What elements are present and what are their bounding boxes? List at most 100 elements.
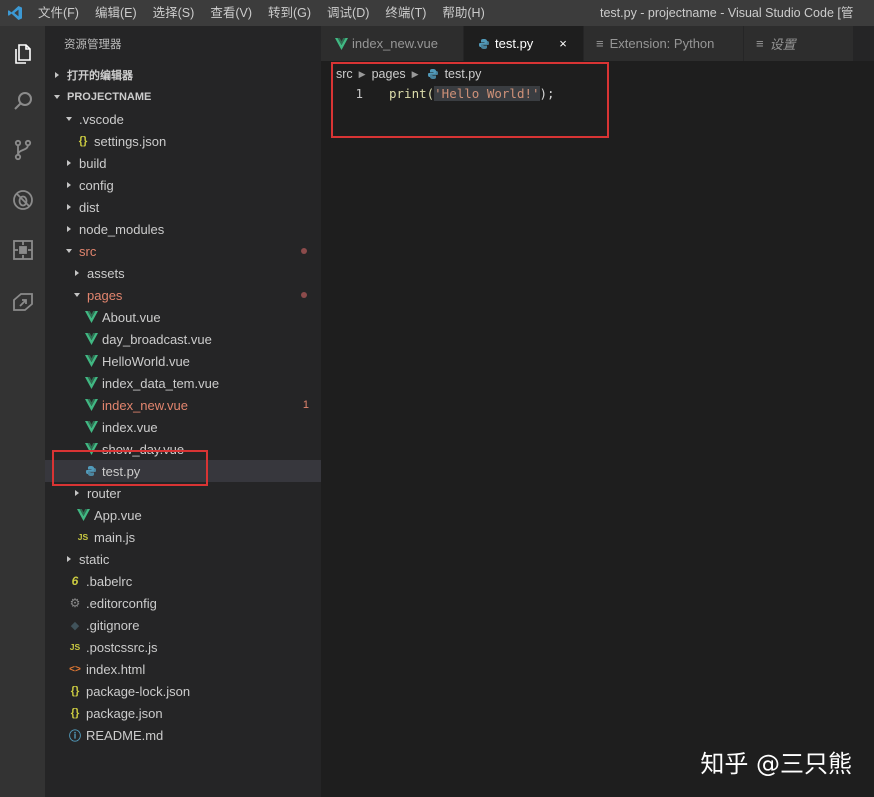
menu-bar: 文件(F) 编辑(E) 选择(S) 查看(V) 转到(G) 调试(D) 终端(T) 帮助(H) [30, 0, 493, 26]
menu-item[interactable]: 编辑(E) [87, 0, 145, 26]
tree-item[interactable]: About.vue [45, 306, 321, 328]
tree-item[interactable]: node_modules [45, 218, 321, 240]
tree-item[interactable]: App.vue [45, 504, 321, 526]
tree-item[interactable]: {} settings.json [45, 130, 321, 152]
js-file-icon: JS [69, 642, 81, 652]
extensions-icon[interactable] [0, 226, 45, 274]
editor-tab[interactable]: index_new.vue [321, 26, 464, 61]
tree-item[interactable]: index.vue [45, 416, 321, 438]
chevron-down-icon [71, 291, 83, 299]
modified-dot [301, 292, 307, 298]
tree-item[interactable]: day_broadcast.vue [45, 328, 321, 350]
chevron-right-icon [63, 181, 75, 189]
vue-file-icon [333, 36, 349, 52]
debug-icon[interactable] [0, 176, 45, 224]
vue-file-icon [83, 419, 99, 435]
vue-file-icon [83, 397, 99, 413]
source-control-icon[interactable] [0, 126, 45, 174]
tree-item[interactable]: JS .postcssrc.js [45, 636, 321, 658]
js-file-icon: JS [77, 532, 89, 542]
tree-item[interactable]: 6 .babelrc [45, 570, 321, 592]
tree-item[interactable]: pages [45, 284, 321, 306]
vue-file-icon [83, 375, 99, 391]
info-file-icon: ⓘ [68, 728, 81, 743]
config-file-icon: ⚙ [69, 596, 81, 610]
tab-label: test.py [495, 36, 534, 51]
tree-item[interactable]: build [45, 152, 321, 174]
tree-item-label: assets [87, 265, 125, 281]
tree-item[interactable]: dist [45, 196, 321, 218]
sidebar-title: 资源管理器 [64, 39, 122, 51]
tree-item[interactable]: ◆ .gitignore [45, 614, 321, 636]
menu-item[interactable]: 文件(F) [30, 0, 87, 26]
tree-item-label: src [79, 243, 97, 259]
tree-item-label: package-lock.json [86, 683, 191, 699]
tree-item[interactable]: static [45, 548, 321, 570]
chevron-down-icon [51, 93, 63, 101]
tree-item[interactable]: ⚙ .editorconfig [45, 592, 321, 614]
editor-tab[interactable]: ≡ Extension: Python [584, 26, 744, 61]
tree-item[interactable]: .vscode [45, 108, 321, 130]
modified-dot [301, 248, 307, 254]
search-icon[interactable] [0, 78, 45, 126]
tree-item[interactable]: ⓘ README.md [45, 724, 321, 746]
activity-bar [0, 26, 45, 797]
chevron-right-icon [63, 159, 75, 167]
editor-tab[interactable]: test.py × [464, 26, 584, 61]
tree-item[interactable]: {} package.json [45, 702, 321, 724]
tree-item[interactable]: JS main.js [45, 526, 321, 548]
menu-item[interactable]: 转到(G) [260, 0, 319, 26]
tree-item-label: index_new.vue [102, 397, 189, 413]
tree-item[interactable]: assets [45, 262, 321, 284]
tree-item-label: index_data_tem.vue [102, 375, 220, 391]
tree-item-label: node_modules [79, 221, 165, 237]
tree-item[interactable]: config [45, 174, 321, 196]
tab-label: index_new.vue [352, 36, 439, 51]
menu-item[interactable]: 调试(D) [319, 0, 377, 26]
tree-item-label: pages [87, 287, 123, 303]
tree-item-label: HelloWorld.vue [102, 353, 190, 369]
tree-item[interactable]: <> index.html [45, 658, 321, 680]
tree-item[interactable]: index_data_tem.vue [45, 372, 321, 394]
project-section[interactable]: PROJECTNAME [45, 86, 321, 108]
vue-file-icon [83, 331, 99, 347]
tree-item[interactable]: src [45, 240, 321, 262]
menu-item[interactable]: 终端(T) [377, 0, 434, 26]
chevron-right-icon [51, 71, 63, 79]
tree-item-label: About.vue [102, 309, 161, 325]
close-icon[interactable]: × [559, 36, 567, 51]
tree-item-label: settings.json [94, 133, 167, 149]
tree-item-label: main.js [94, 529, 136, 545]
chevron-right-icon [71, 269, 83, 277]
window-title: test.py - projectname - Visual Studio Co… [600, 6, 854, 20]
tree-item[interactable]: {} package-lock.json [45, 680, 321, 702]
tree-item-label: .vscode [79, 111, 124, 127]
explorer-icon[interactable] [0, 30, 45, 78]
chevron-right-icon [63, 203, 75, 211]
editor-tabs: index_new.vue test.py × ≡ Extension: Python ≡… [321, 26, 874, 61]
tree-item-label: index.vue [102, 419, 158, 435]
git-file-icon: ◆ [70, 619, 80, 632]
vue-file-icon [83, 353, 99, 369]
editor-tab[interactable]: ≡ 设置 [744, 26, 854, 61]
python-file-icon [476, 36, 492, 52]
tree-item-label: config [79, 177, 114, 193]
menu-item[interactable]: 选择(S) [145, 0, 203, 26]
chevron-right-icon [71, 489, 83, 497]
tree-item-label: dist [79, 199, 100, 215]
remote-explorer-icon[interactable] [0, 278, 45, 326]
chevron-right-icon [63, 555, 75, 563]
json-file-icon: {} [70, 685, 80, 697]
tree-item[interactable]: HelloWorld.vue [45, 350, 321, 372]
menu-item[interactable]: 查看(V) [202, 0, 260, 26]
tree-item-label: .babelrc [86, 573, 133, 589]
tree-item-label: .editorconfig [86, 595, 157, 611]
open-editors-label: 打开的编辑器 [67, 70, 133, 82]
tree-item-label: README.md [86, 727, 164, 743]
highlight-box-file [52, 450, 208, 486]
tree-item[interactable]: index_new.vue 1 [45, 394, 321, 416]
open-editors-section[interactable]: 打开的编辑器 [45, 64, 321, 86]
babel-file-icon: 6 [71, 574, 79, 588]
explorer-sidebar: 资源管理器 打开的编辑器 PROJECTNAME .vscode {} settin… [45, 26, 321, 797]
menu-item[interactable]: 帮助(H) [434, 0, 492, 26]
